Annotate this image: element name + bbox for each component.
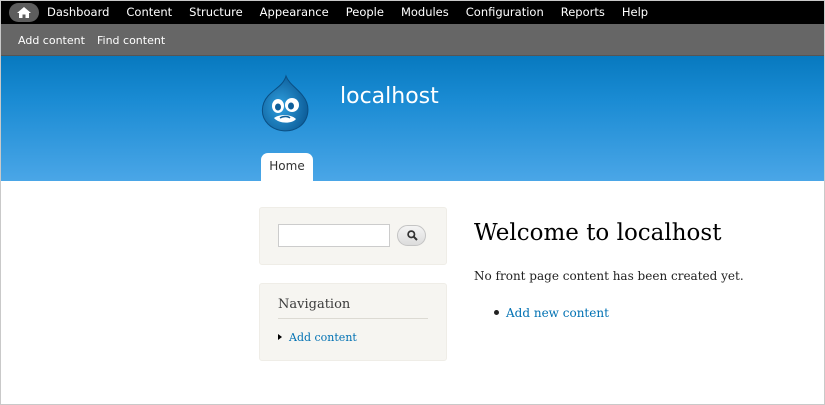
navigation-title: Navigation bbox=[278, 297, 351, 312]
nav-link-label: Add content bbox=[289, 331, 357, 344]
search-block bbox=[259, 207, 447, 265]
menu-appearance[interactable]: Appearance bbox=[260, 1, 329, 23]
divider bbox=[278, 318, 428, 319]
home-button[interactable] bbox=[9, 3, 39, 22]
site-header: localhost Home bbox=[1, 56, 824, 181]
add-new-content-link[interactable]: Add new content bbox=[494, 306, 609, 320]
admin-menu: Dashboard Content Structure Appearance P… bbox=[47, 1, 665, 23]
menu-help[interactable]: Help bbox=[622, 1, 648, 23]
arrow-right-icon bbox=[278, 334, 282, 340]
page-title: Welcome to localhost bbox=[474, 220, 722, 246]
nav-link-add-content[interactable]: Add content bbox=[278, 331, 357, 344]
home-icon bbox=[17, 7, 31, 18]
admin-toolbar: Dashboard Content Structure Appearance P… bbox=[1, 1, 824, 24]
search-input[interactable] bbox=[278, 224, 390, 247]
add-new-content-label: Add new content bbox=[506, 306, 609, 320]
menu-configuration[interactable]: Configuration bbox=[466, 1, 544, 23]
navigation-block: Navigation Add content bbox=[259, 283, 447, 361]
bullet-icon bbox=[494, 310, 499, 315]
tab-home[interactable]: Home bbox=[261, 153, 313, 181]
shortcut-find-content[interactable]: Find content bbox=[97, 34, 165, 47]
menu-dashboard[interactable]: Dashboard bbox=[47, 1, 109, 23]
empty-message: No front page content has been created y… bbox=[474, 269, 744, 283]
shortcut-bar: Add content Find content bbox=[1, 24, 824, 56]
menu-structure[interactable]: Structure bbox=[189, 1, 243, 23]
menu-people[interactable]: People bbox=[346, 1, 384, 23]
menu-content[interactable]: Content bbox=[126, 1, 172, 23]
site-name[interactable]: localhost bbox=[340, 84, 439, 109]
search-icon bbox=[407, 230, 418, 241]
drupal-logo-icon[interactable] bbox=[259, 74, 311, 132]
menu-reports[interactable]: Reports bbox=[561, 1, 605, 23]
shortcut-add-content[interactable]: Add content bbox=[18, 34, 85, 47]
menu-modules[interactable]: Modules bbox=[401, 1, 449, 23]
search-button[interactable] bbox=[397, 225, 426, 246]
